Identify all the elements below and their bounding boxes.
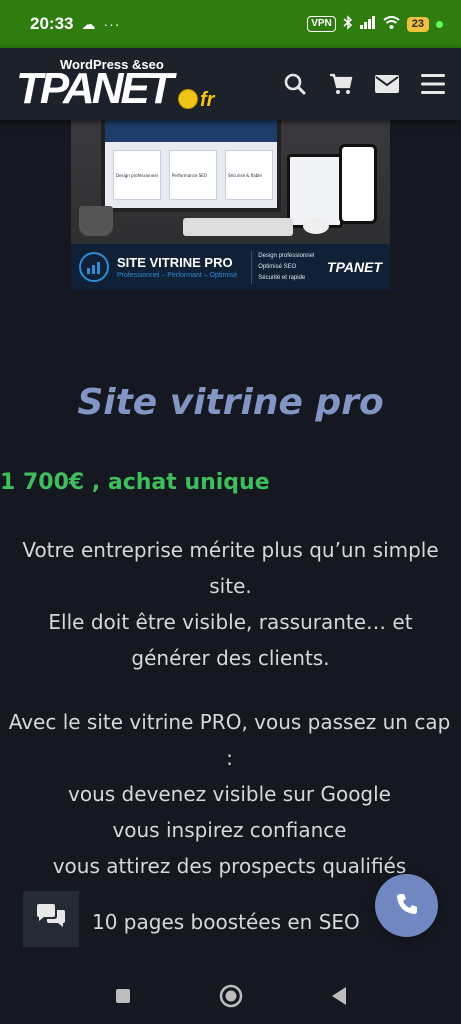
clock: 20:33 [30, 14, 74, 33]
text-line: site. [209, 574, 252, 598]
site-logo[interactable]: WordPress &seo TPANET fr [16, 55, 228, 113]
seo-feature-line: 10 pages boostées en SEO [92, 910, 360, 934]
hero-banner: SITE VITRINE PRO Professionnel – Perform… [71, 244, 390, 290]
mail-icon[interactable] [375, 72, 399, 96]
text-line: générer des clients. [131, 646, 330, 670]
status-bar: 20:33 ☁ ··· VPN 23 [0, 0, 461, 48]
hero-feature-list: Design professionnel Optimisé SEO Sécuri… [251, 250, 315, 284]
bluetooth-icon [343, 15, 353, 33]
text-line: Votre entreprise mérite plus qu’un simpl… [22, 538, 439, 562]
chat-bubbles-icon [35, 903, 67, 935]
logo-wordmark: TPANET [16, 64, 174, 113]
cart-icon[interactable] [329, 72, 353, 96]
cloud-icon: ☁ [81, 15, 96, 32]
battery-icon: 23 [406, 16, 429, 32]
hero-card: Design professionnel [113, 150, 161, 200]
more-notifications-icon: ··· [103, 16, 121, 32]
growth-chart-icon [79, 252, 109, 282]
hero-banner-title: SITE VITRINE PRO [117, 255, 233, 270]
site-header: WordPress &seo TPANET fr [0, 48, 461, 120]
hero-feature: Optimisé SEO [258, 263, 297, 270]
chat-button[interactable] [23, 891, 79, 947]
logo-extension: fr [200, 89, 215, 111]
text-line: vous inspirez confiance [112, 818, 347, 842]
coffee-cup-icon [79, 206, 113, 236]
hero-banner-subtitle: Professionnel – Performant – Optimisé [117, 272, 238, 279]
wifi-icon [383, 16, 400, 32]
text-line: Elle doit être visible, rassurante… et [48, 610, 413, 634]
menu-icon[interactable] [421, 72, 445, 96]
phone-icon [395, 892, 419, 920]
home-button[interactable] [217, 982, 245, 1010]
back-button[interactable] [325, 982, 353, 1010]
hero-image: Design professionnel Performance SEO Séc… [71, 120, 390, 290]
price-label: 1 700€ , achat unique [0, 470, 270, 495]
hero-card: Sécurisé & fiable [225, 150, 273, 200]
hero-card: Performance SEO [169, 150, 217, 200]
benefits-paragraph: Avec le site vitrine PRO, vous passez un… [0, 704, 461, 884]
text-line: : [226, 746, 233, 770]
intro-paragraph: Votre entreprise mérite plus qu’un simpl… [0, 532, 461, 676]
text-line: vous devenez visible sur Google [68, 782, 391, 806]
vpn-badge: VPN [307, 16, 336, 32]
search-icon[interactable] [283, 72, 307, 96]
hero-monitor: Design professionnel Performance SEO Séc… [101, 120, 281, 212]
call-button[interactable] [375, 874, 438, 937]
text-line: Avec le site vitrine PRO, vous passez un… [8, 710, 451, 734]
signal-icon [359, 16, 376, 32]
page-title: Site vitrine pro [77, 382, 384, 423]
smiley-icon [178, 89, 198, 109]
hero-feature: Design professionnel [258, 252, 315, 259]
recent-apps-button[interactable] [109, 982, 137, 1010]
hero-banner-logo: TPANET [327, 259, 382, 275]
hero-phone [339, 144, 377, 224]
system-nav-bar [0, 968, 461, 1024]
monitor-banner [105, 120, 277, 142]
privacy-indicator-dot [436, 20, 443, 28]
hero-tablet [287, 154, 343, 228]
mouse-icon [303, 218, 329, 234]
keyboard-icon [183, 218, 293, 236]
hero-feature: Sécurité et rapide [258, 274, 306, 281]
